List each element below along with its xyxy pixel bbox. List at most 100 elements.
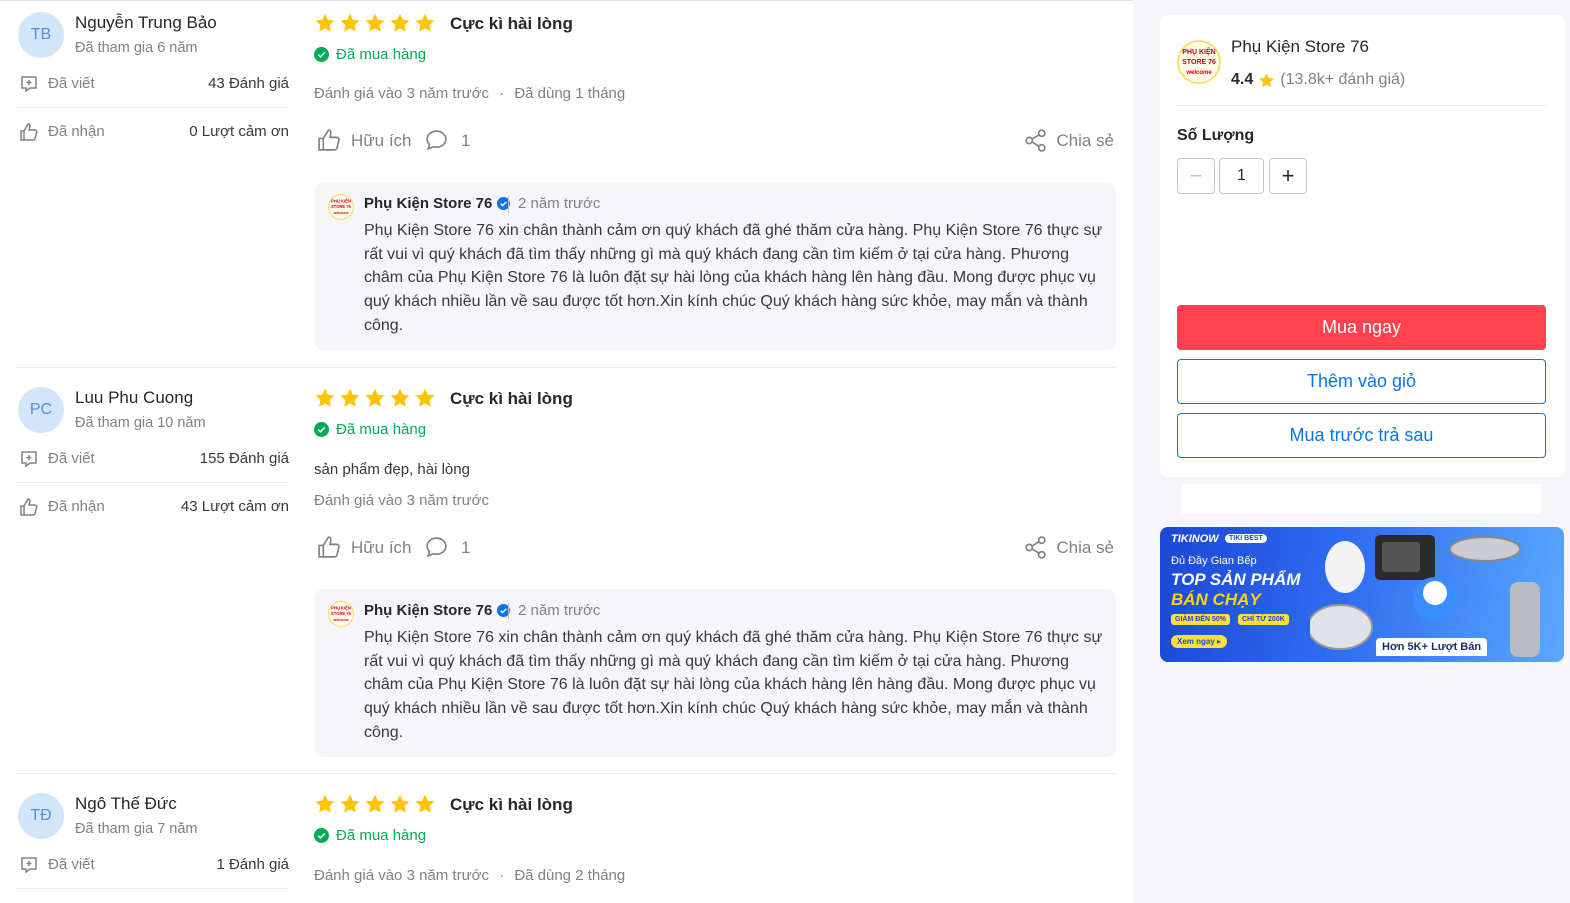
reviewed-at: Đánh giá vào 3 năm trước	[314, 85, 489, 102]
thanks-received-stat: Đã nhận 43 Lượt cảm ơn	[17, 496, 289, 518]
star-icon	[315, 13, 335, 32]
share-button[interactable]: Chia sẻ	[1023, 535, 1114, 560]
star-icon	[415, 13, 435, 32]
star-icon	[390, 794, 410, 813]
star-rating	[314, 12, 436, 34]
helpful-label: Hữu ích	[351, 130, 412, 150]
thumbs-up-icon	[20, 123, 38, 141]
star-icon	[315, 794, 335, 813]
reply-time: 2 năm trước	[518, 602, 601, 619]
quantity-input[interactable]: 1	[1219, 158, 1264, 194]
share-button[interactable]: Chia sẻ	[1023, 128, 1114, 153]
quantity-decrease-button[interactable]: −	[1177, 158, 1215, 194]
stat-value: 43 Đánh giá	[208, 75, 289, 92]
star-icon	[415, 794, 435, 813]
star-icon	[340, 388, 360, 407]
add-to-cart-button[interactable]: Thêm vào giỏ	[1177, 359, 1546, 404]
reviewer-joined: Đã tham gia 7 năm	[75, 821, 198, 837]
reply-shop-name: Phụ Kiện Store 76	[364, 602, 511, 619]
review-actions: Hữu ích 1 Chia sẻ	[314, 128, 1116, 156]
reviewer-name: Ngô Thế Đức	[75, 794, 177, 813]
shop-logo-image: PHỤ KIỆNSTORE 76welcome	[1177, 40, 1221, 84]
stat-label: Đã nhận	[48, 498, 105, 515]
comment-count: 1	[461, 537, 471, 557]
svg-text:PHỤ KIỆN: PHỤ KIỆN	[331, 198, 351, 203]
star-icon	[365, 13, 385, 32]
quantity-increase-button[interactable]: +	[1269, 158, 1307, 194]
svg-text:welcome: welcome	[333, 211, 349, 215]
stat-value: 43 Lượt cảm ơn	[180, 498, 289, 515]
check-circle-icon	[314, 46, 329, 62]
svg-text:welcome: welcome	[1185, 70, 1212, 76]
purchased-label: Đã mua hàng	[336, 826, 427, 844]
thanks-received-stat: Đã nhận 0 Lượt cảm ơn	[17, 121, 289, 143]
meta-separator: ·	[499, 867, 505, 884]
avatar: TĐ	[18, 793, 64, 839]
shop-logo: PHỤ KIỆN STORE 76 welcome	[328, 601, 354, 627]
reviewer-name: Nguyễn Trung Bảo	[75, 13, 217, 32]
reply-text: Phụ Kiện Store 76 xin chân thành cảm ơn …	[364, 222, 1103, 334]
buy-now-button[interactable]: Mua ngay	[1177, 305, 1546, 350]
comment-button[interactable]: 1	[424, 535, 470, 560]
review-title: Cực kì hài lòng	[450, 795, 573, 814]
stat-divider	[17, 888, 289, 889]
helpful-button[interactable]: Hữu ích	[316, 535, 412, 560]
buy-later-button[interactable]: Mua trước trả sau	[1177, 413, 1546, 458]
star-icon	[390, 13, 410, 32]
reply-shop-label: Phụ Kiện Store 76	[364, 602, 493, 619]
shop-rating: 4.4 (13.8k+ đánh giá)	[1231, 71, 1405, 89]
banner-tag: TIKI BEST	[1225, 534, 1267, 543]
banner-title-line2: BÁN CHẠY	[1171, 590, 1261, 609]
star-rating	[314, 387, 436, 409]
share-label: Chia sẻ	[1056, 130, 1114, 150]
review-meta: Đánh giá vào 3 năm trước · Đã dùng 1 thá…	[314, 85, 625, 102]
star-icon	[315, 388, 335, 407]
banner-cta[interactable]: Xem ngay ▸	[1171, 635, 1228, 648]
shop-rating-value: 4.4	[1231, 71, 1254, 88]
purchased-badge: Đã mua hàng	[314, 44, 426, 64]
banner-discount-pill: GIẢM ĐẾN 50%	[1171, 614, 1230, 625]
comment-icon	[426, 130, 447, 151]
review-actions: Hữu ích 1 Chia sẻ	[314, 535, 1116, 563]
comment-count: 1	[461, 130, 471, 150]
check-circle-icon	[314, 421, 329, 437]
stat-label: Đã nhận	[48, 123, 105, 140]
purchased-label: Đã mua hàng	[336, 45, 427, 63]
reviews-written-stat: Đã viết 155 Đánh giá	[17, 448, 289, 470]
reply-text: Phụ Kiện Store 76 xin chân thành cảm ơn …	[364, 629, 1103, 741]
used-duration: Đã dùng 1 tháng	[514, 85, 626, 102]
banner-price-pill: CHỈ TỪ 200K	[1238, 614, 1289, 625]
review-divider	[17, 773, 1116, 774]
meta-separator: ·	[499, 85, 505, 102]
reviewed-at: Đánh giá vào 3 năm trước	[314, 867, 489, 884]
banner-sold-label: Hơn 5K+ Lượt Bán	[1376, 638, 1488, 656]
comment-button[interactable]: 1	[424, 128, 470, 153]
helpful-button[interactable]: Hữu ích	[316, 128, 412, 153]
shop-logo-image: PHỤ KIỆNSTORE 76welcome	[328, 601, 354, 627]
star-rating	[314, 793, 436, 815]
shop-logo[interactable]: PHỤ KIỆN STORE 76 welcome	[1177, 40, 1221, 84]
review-written-icon	[21, 857, 37, 874]
star-icon	[365, 388, 385, 407]
reviewer-name: Luu Phu Cuong	[75, 388, 194, 407]
avatar: PC	[18, 387, 64, 433]
purchase-panel: PHỤ KIỆN STORE 76 welcome Phụ Kiện Store 7…	[1160, 15, 1565, 477]
shop-rating-count: (13.8k+ đánh giá)	[1280, 71, 1406, 88]
share-label: Chia sẻ	[1056, 537, 1114, 557]
review-meta: Đánh giá vào 3 năm trước	[314, 492, 489, 509]
promo-banner[interactable]: TIKINOW TIKI BEST Đủ Đầy Gian Bếp TOP SẢ…	[1160, 527, 1564, 662]
purchased-badge: Đã mua hàng	[314, 825, 426, 845]
thumbs-up-icon	[318, 536, 340, 558]
review-written-icon	[21, 451, 37, 468]
stat-label: Đã viết	[48, 75, 95, 92]
side-divider	[1177, 105, 1547, 106]
reviewer-joined: Đã tham gia 6 năm	[75, 40, 198, 56]
shop-name[interactable]: Phụ Kiện Store 76	[1231, 37, 1369, 57]
reviewed-at: Đánh giá vào 3 năm trước	[314, 492, 489, 509]
stat-value: 0 Lượt cảm ơn	[189, 123, 289, 140]
thumbs-up-icon	[318, 129, 340, 151]
used-duration: Đã dùng 2 tháng	[514, 867, 626, 884]
star-icon	[365, 794, 385, 813]
thumbs-up-icon	[20, 498, 38, 516]
reviews-panel: TB Nguyễn Trung Bảo Đã tham gia 6 năm Đã…	[0, 1, 1133, 903]
